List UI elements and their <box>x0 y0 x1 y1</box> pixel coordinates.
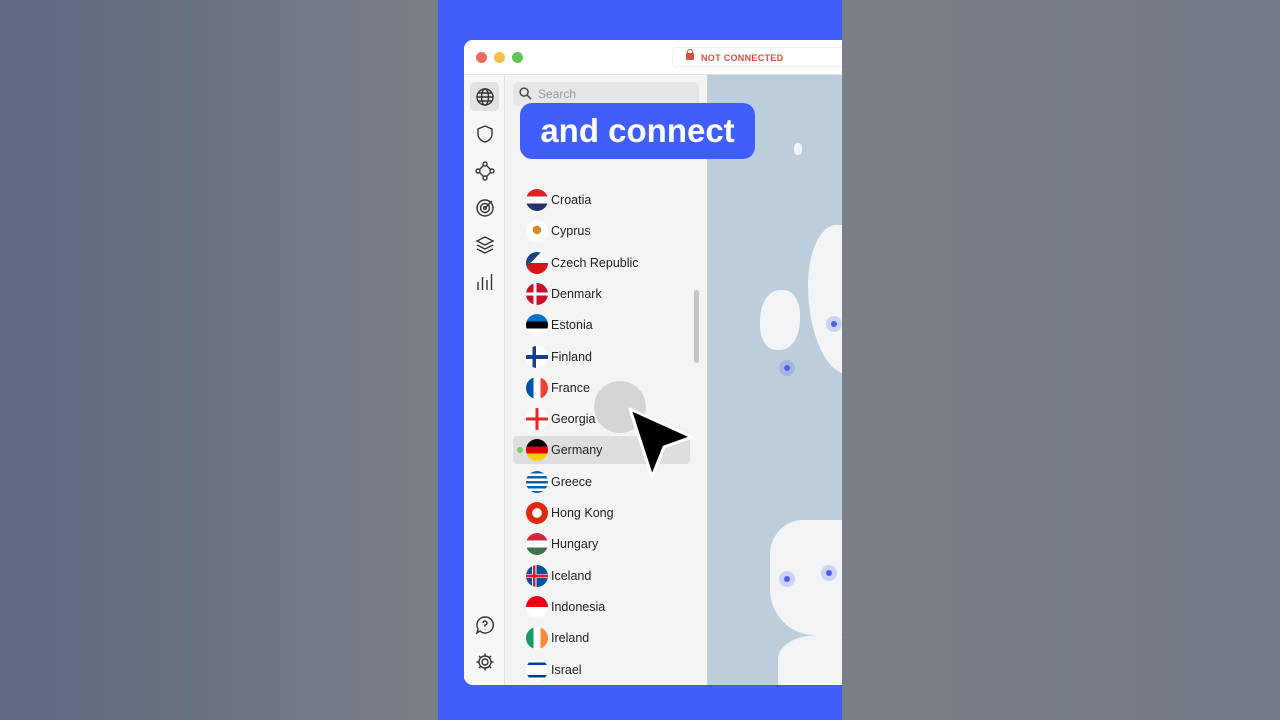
country-name: Denmark <box>551 286 602 301</box>
country-row[interactable]: Iceland <box>513 562 690 590</box>
server-pin[interactable] <box>779 360 795 376</box>
flag-icon <box>526 502 548 524</box>
country-row[interactable]: Estonia <box>513 311 690 339</box>
country-name: Israel <box>551 662 582 677</box>
flag-icon <box>526 408 548 431</box>
country-list: Search Croatia Cyprus Czech Republic Denmar… <box>505 75 708 685</box>
country-name: Cyprus <box>551 224 591 239</box>
flag-icon <box>526 376 548 399</box>
zoom-button[interactable] <box>512 52 523 63</box>
country-row[interactable]: Ireland <box>513 624 690 652</box>
search-placeholder: Search <box>538 87 577 101</box>
server-pin[interactable] <box>821 565 837 581</box>
country-row[interactable]: Czech Republic <box>513 249 690 277</box>
gear-icon[interactable] <box>470 647 499 676</box>
country-row[interactable]: Cyprus <box>513 217 690 245</box>
server-pin[interactable] <box>826 316 842 332</box>
flag-icon <box>526 282 548 305</box>
country-row[interactable]: Indonesia <box>513 593 690 621</box>
target-icon[interactable] <box>470 193 499 222</box>
country-name: Germany <box>551 443 603 458</box>
flag-icon <box>526 533 548 556</box>
country-row[interactable]: Finland <box>513 343 690 371</box>
flag-icon <box>526 251 548 274</box>
country-name: Finland <box>551 349 592 364</box>
icon-rail <box>464 75 505 685</box>
country-name: Czech Republic <box>551 255 639 270</box>
flag-icon <box>526 220 548 243</box>
lock-icon <box>686 49 694 60</box>
video-caption: and connect <box>520 103 755 159</box>
help-icon[interactable] <box>470 610 499 639</box>
globe-icon[interactable] <box>470 82 499 111</box>
country-row[interactable]: Croatia <box>513 186 690 214</box>
connection-status: NOT CONNECTED <box>672 47 842 67</box>
flag-icon <box>526 345 548 368</box>
country-name: Hungary <box>551 537 599 552</box>
layers-icon[interactable] <box>470 230 499 259</box>
flag-icon <box>526 314 548 337</box>
cursor-icon <box>628 407 694 479</box>
meshnet-icon[interactable] <box>470 156 499 185</box>
search-icon <box>519 87 532 100</box>
flag-icon <box>526 189 548 211</box>
scrollbar[interactable] <box>694 290 699 363</box>
flag-icon <box>526 564 548 587</box>
flag-icon <box>526 595 548 618</box>
map-view[interactable] <box>708 75 842 685</box>
minimize-button[interactable] <box>494 52 505 63</box>
shield-icon[interactable] <box>470 119 499 148</box>
country-name: Indonesia <box>551 599 606 614</box>
country-name: Greece <box>551 474 592 489</box>
country-row[interactable]: Hungary <box>513 530 690 558</box>
title-bar: NOT CONNECTED <box>464 40 842 75</box>
flag-icon <box>526 658 548 681</box>
country-name: Georgia <box>551 412 596 427</box>
country-name: Estonia <box>551 318 593 333</box>
flag-icon <box>526 627 548 650</box>
country-name: France <box>551 380 590 395</box>
stats-icon[interactable] <box>470 267 499 296</box>
online-dot <box>517 447 523 454</box>
flag-icon <box>526 470 548 493</box>
country-row[interactable]: Israel <box>513 656 690 684</box>
country-name: Iceland <box>551 568 592 583</box>
country-name: Hong Kong <box>551 506 614 520</box>
country-name: Ireland <box>551 631 590 646</box>
server-pin[interactable] <box>779 571 795 587</box>
country-name: Croatia <box>551 193 592 207</box>
country-row[interactable]: Hong Kong <box>513 499 690 527</box>
close-button[interactable] <box>476 52 487 63</box>
flag-icon <box>526 439 548 462</box>
status-text: NOT CONNECTED <box>701 53 784 63</box>
country-row[interactable]: Denmark <box>513 280 690 308</box>
